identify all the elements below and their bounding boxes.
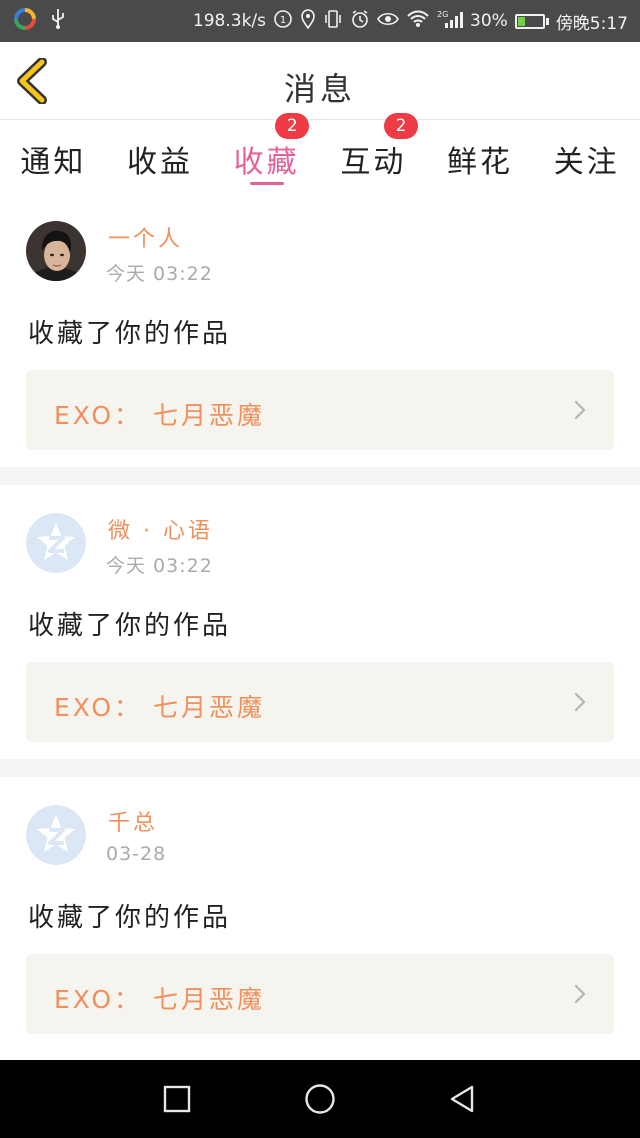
- home-button[interactable]: [300, 1079, 340, 1119]
- tab-label: 通知: [20, 145, 87, 180]
- svg-text:1: 1: [280, 15, 286, 26]
- page-title: 消息: [283, 70, 356, 108]
- recents-button[interactable]: [157, 1079, 197, 1119]
- network-speed: 198.3k/s: [192, 11, 267, 31]
- tab-notifications[interactable]: 通知: [0, 121, 107, 193]
- list-item: 千总 03-28 收藏了你的作品 EXO： 七月恶魔: [0, 777, 640, 1051]
- svg-text:2G: 2G: [437, 10, 448, 19]
- system-back-button[interactable]: [442, 1079, 482, 1119]
- avatar[interactable]: [26, 805, 86, 865]
- unread-badge: 2: [384, 113, 419, 139]
- message-list: 一个人 今天 03:22 收藏了你的作品 EXO： 七月恶魔 微 · 心语 今天…: [0, 193, 640, 1051]
- work-link[interactable]: EXO： 七月恶魔: [26, 370, 614, 450]
- timestamp: 今天 03:22: [106, 263, 213, 285]
- alarm-icon: [350, 9, 370, 34]
- username[interactable]: 千总: [108, 805, 158, 837]
- battery-percent: 30%: [470, 11, 508, 31]
- action-text: 收藏了你的作品: [28, 611, 232, 641]
- chevron-right-icon: [574, 692, 586, 712]
- divider: [0, 759, 640, 777]
- work-title: EXO： 七月恶魔: [54, 693, 265, 722]
- avatar[interactable]: [26, 513, 86, 573]
- tab-follows[interactable]: 关注: [533, 121, 640, 193]
- data-saver-icon: 1: [273, 9, 293, 34]
- timestamp: 03-28: [106, 843, 167, 865]
- username[interactable]: 微 · 心语: [108, 513, 213, 545]
- action-text: 收藏了你的作品: [28, 319, 232, 349]
- signal-icon: 2G: [437, 9, 464, 34]
- location-icon: [300, 8, 316, 34]
- clock: 傍晚5:17: [555, 13, 628, 34]
- timestamp: 今天 03:22: [106, 555, 213, 577]
- active-tab-indicator: [249, 182, 284, 185]
- work-link[interactable]: EXO： 七月恶魔: [26, 662, 614, 742]
- system-nav-bar: [0, 1060, 640, 1138]
- tab-label: 关注: [553, 145, 620, 180]
- action-text: 收藏了你的作品: [28, 903, 232, 933]
- app-logo-icon: [14, 8, 36, 34]
- work-title: EXO： 七月恶魔: [54, 985, 265, 1014]
- divider: [0, 467, 640, 485]
- list-item: 一个人 今天 03:22 收藏了你的作品 EXO： 七月恶魔: [0, 193, 640, 467]
- eye-icon: [377, 10, 399, 33]
- tab-bar: 通知 收益 收藏 2 互动 2 鲜花 关注: [0, 113, 640, 193]
- unread-badge: 2: [275, 113, 310, 139]
- work-link[interactable]: EXO： 七月恶魔: [26, 954, 614, 1034]
- triangle-back-icon: [450, 1085, 474, 1113]
- chevron-right-icon: [574, 400, 586, 420]
- usb-icon: [50, 8, 66, 34]
- square-recents-icon: [163, 1085, 191, 1113]
- avatar[interactable]: [26, 221, 86, 281]
- tab-label: 互动: [340, 145, 407, 180]
- tab-earnings[interactable]: 收益: [107, 121, 214, 193]
- status-bar: 198.3k/s 1 2G 30% 傍晚5:17: [0, 0, 640, 42]
- chevron-right-icon: [574, 984, 586, 1004]
- tab-favorites[interactable]: 收藏 2: [213, 113, 320, 193]
- default-avatar-icon: [26, 805, 86, 865]
- list-item: 微 · 心语 今天 03:22 收藏了你的作品 EXO： 七月恶魔: [0, 485, 640, 759]
- tab-interactions[interactable]: 互动 2: [320, 113, 427, 193]
- vibrate-icon: [323, 9, 343, 34]
- work-title: EXO： 七月恶魔: [54, 401, 265, 430]
- tab-label: 鲜花: [447, 145, 514, 180]
- username[interactable]: 一个人: [108, 221, 183, 253]
- wifi-icon: [406, 10, 430, 33]
- tab-label: 收益: [127, 145, 193, 180]
- battery-level: [517, 16, 525, 26]
- circle-home-icon: [305, 1084, 335, 1114]
- tab-flowers[interactable]: 鲜花: [427, 121, 534, 193]
- app-header: 消息: [0, 42, 640, 120]
- tab-label: 收藏: [233, 145, 300, 180]
- default-avatar-icon: [26, 513, 86, 573]
- battery-icon: [514, 13, 549, 29]
